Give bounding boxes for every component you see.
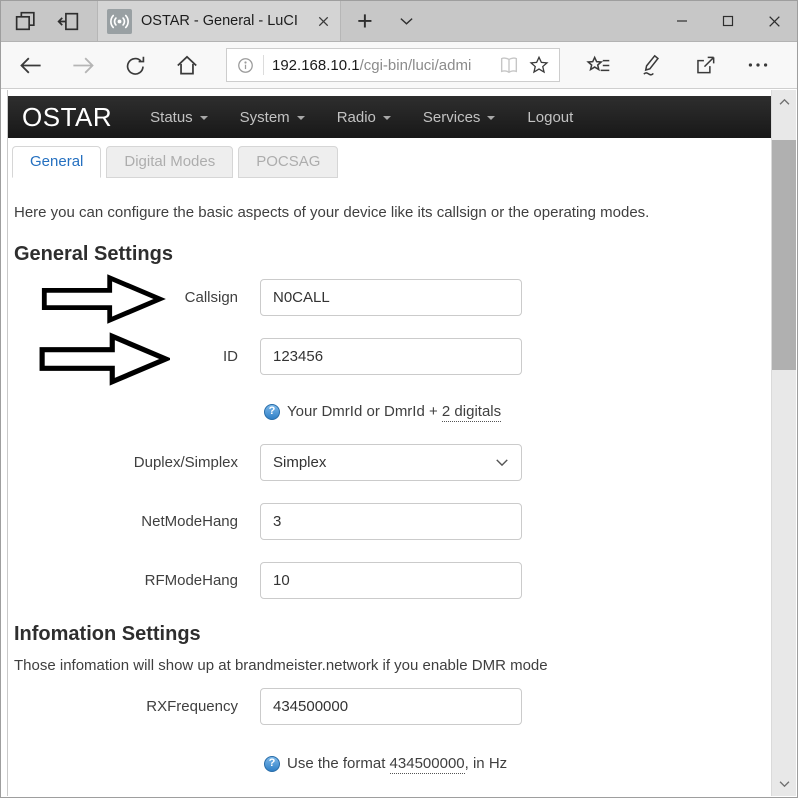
favorite-star-icon[interactable]	[528, 54, 550, 76]
page-tabs: General Digital Modes POCSAG	[12, 146, 767, 178]
minimize-button[interactable]	[659, 1, 705, 41]
url-path: /cgi-bin/luci/admi	[360, 57, 472, 74]
browser-tab[interactable]: OSTAR - General - LuCI	[97, 1, 341, 41]
nav-item-label: Logout	[527, 109, 573, 126]
page-intro: Here you can configure the basic aspects…	[14, 204, 765, 221]
tab-pocsag[interactable]: POCSAG	[238, 146, 338, 178]
form-row-rfmodehang: RFModeHang	[12, 562, 767, 599]
rxfrequency-input[interactable]	[260, 688, 522, 725]
netmodehang-input[interactable]	[260, 503, 522, 540]
luci-navbar: OSTAR Status System Radio Services	[8, 96, 771, 138]
nav-item-label: Radio	[337, 109, 376, 126]
information-settings-form: RXFrequency ? Use the format 434500000, …	[12, 688, 767, 772]
help-question-icon: ?	[264, 404, 280, 420]
duplex-label: Duplex/Simplex	[12, 454, 260, 471]
nav-item-label: System	[240, 109, 290, 126]
id-input[interactable]	[260, 338, 522, 375]
reading-view-icon[interactable]	[498, 54, 520, 76]
set-tabs-aside-icon[interactable]	[56, 9, 81, 34]
nav-item-logout[interactable]: Logout	[527, 109, 573, 126]
maximize-button[interactable]	[705, 1, 751, 41]
chevron-down-icon	[487, 116, 495, 120]
favorites-hub-icon[interactable]	[586, 52, 612, 78]
rx-help-label: Use the format 434500000, in Hz	[287, 755, 507, 772]
id-label: ID	[12, 348, 260, 365]
url-text[interactable]: 192.168.10.1/cgi-bin/luci/admi	[272, 57, 490, 74]
page-scrollbar[interactable]	[771, 90, 796, 796]
nav-item-system[interactable]: System	[240, 109, 305, 126]
nav-item-label: Status	[150, 109, 193, 126]
tabs-set-aside-preview-icon[interactable]	[13, 9, 38, 34]
nav-item-label: Services	[423, 109, 481, 126]
refresh-icon[interactable]	[123, 53, 148, 78]
form-row-rxfrequency: RXFrequency	[12, 688, 767, 725]
scrollbar-thumb[interactable]	[772, 140, 796, 370]
back-icon[interactable]	[17, 52, 44, 79]
form-row-duplex: Duplex/Simplex Simplex	[12, 444, 767, 481]
id-help-label: Your DmrId or DmrId + 2 digitals	[287, 403, 501, 420]
form-row-id: ID	[12, 338, 767, 375]
url-host: 192.168.10.1	[272, 57, 360, 74]
help-question-icon: ?	[264, 756, 280, 772]
share-icon[interactable]	[692, 52, 718, 78]
browser-toolbar: 192.168.10.1/cgi-bin/luci/admi	[1, 42, 797, 89]
section-title-information: Infomation Settings	[14, 621, 765, 647]
rx-help-suffix: , in Hz	[465, 755, 508, 772]
chevron-down-icon	[200, 116, 208, 120]
luci-page: OSTAR Status System Radio Services	[8, 90, 771, 796]
chevron-down-icon	[297, 116, 305, 120]
form-row-netmodehang: NetModeHang	[12, 503, 767, 540]
tab-digital-modes[interactable]: Digital Modes	[106, 146, 233, 178]
callsign-input[interactable]	[260, 279, 522, 316]
browser-window: OSTAR - General - LuCI +	[0, 0, 798, 798]
id-help-link[interactable]: 2 digitals	[442, 403, 501, 422]
close-button[interactable]	[751, 1, 797, 41]
tab-close-icon[interactable]	[316, 14, 331, 29]
site-favicon	[107, 9, 132, 34]
url-separator	[263, 55, 264, 75]
rfmodehang-label: RFModeHang	[12, 572, 260, 589]
home-icon[interactable]	[174, 52, 200, 78]
rfmodehang-input[interactable]	[260, 562, 522, 599]
rx-help-prefix: Use the format	[287, 755, 390, 772]
callsign-label: Callsign	[12, 289, 260, 306]
rx-help-link[interactable]: 434500000	[390, 755, 465, 774]
rxfrequency-label: RXFrequency	[12, 698, 260, 715]
nav-item-status[interactable]: Status	[150, 109, 208, 126]
scroll-up-icon[interactable]	[772, 90, 796, 114]
form-row-callsign: Callsign	[12, 279, 767, 316]
duplex-select[interactable]: Simplex	[260, 444, 522, 481]
id-help-text: ? Your DmrId or DmrId + 2 digitals	[264, 403, 767, 420]
chevron-down-icon	[383, 116, 391, 120]
netmodehang-label: NetModeHang	[12, 513, 260, 530]
browser-tab-bar: OSTAR - General - LuCI +	[1, 1, 797, 42]
nav-item-radio[interactable]: Radio	[337, 109, 391, 126]
section-title-general: General Settings	[14, 241, 765, 267]
duplex-selected-value: Simplex	[273, 454, 326, 471]
web-note-pen-icon[interactable]	[639, 52, 665, 78]
address-bar[interactable]: 192.168.10.1/cgi-bin/luci/admi	[226, 48, 560, 82]
rxfrequency-help-text: ? Use the format 434500000, in Hz	[264, 755, 767, 772]
id-help-prefix: Your DmrId or DmrId +	[287, 403, 442, 420]
site-info-icon[interactable]	[236, 56, 255, 75]
tab-title: OSTAR - General - LuCI	[141, 13, 307, 29]
forward-icon[interactable]	[70, 52, 97, 79]
tab-general[interactable]: General	[12, 146, 101, 178]
tabs-dropdown-icon[interactable]	[399, 16, 414, 26]
new-tab-button[interactable]: +	[357, 8, 373, 35]
information-description: Those infomation will show up at brandme…	[14, 657, 765, 674]
browser-viewport: OSTAR Status System Radio Services	[7, 90, 796, 796]
scroll-down-icon[interactable]	[772, 772, 796, 796]
nav-item-services[interactable]: Services	[423, 109, 496, 126]
brand-ostar[interactable]: OSTAR	[22, 102, 112, 133]
general-settings-form: Callsign ID ? Your DmrId or DmrId + 2 di…	[12, 279, 767, 599]
settings-ellipsis-icon[interactable]	[745, 52, 771, 78]
select-chevron-icon	[495, 458, 509, 467]
